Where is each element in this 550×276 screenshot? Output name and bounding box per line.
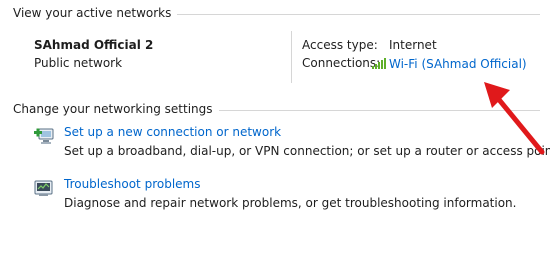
troubleshoot-problems-link[interactable]: Troubleshoot problems — [64, 177, 200, 191]
red-annotation-arrow-icon — [484, 82, 545, 155]
active-networks-title: View your active networks — [13, 6, 178, 20]
new-connection-icon[interactable] — [33, 125, 55, 147]
settings-title: Change your networking settings — [13, 102, 219, 116]
troubleshoot-description: Diagnose and repair network problems, or… — [64, 196, 517, 210]
active-networks-section-header: View your active networks — [0, 6, 550, 22]
setup-new-connection-link[interactable]: Set up a new connection or network — [64, 125, 281, 139]
settings-section-header: Change your networking settings — [0, 102, 550, 118]
troubleshoot-icon[interactable] — [33, 177, 55, 199]
access-type-label: Access type: — [302, 38, 378, 52]
network-name: SAhmad Official 2 — [34, 38, 154, 52]
wifi-signal-icon — [372, 58, 386, 69]
connections-label: Connections: — [302, 56, 381, 70]
network-category: Public network — [34, 56, 123, 70]
wifi-connection-link[interactable]: Wi-Fi (SAhmad Official) — [389, 56, 527, 72]
access-type-value: Internet — [389, 38, 437, 52]
connection-entry: Wi-Fi (SAhmad Official) — [372, 56, 527, 72]
vertical-divider — [291, 31, 292, 83]
